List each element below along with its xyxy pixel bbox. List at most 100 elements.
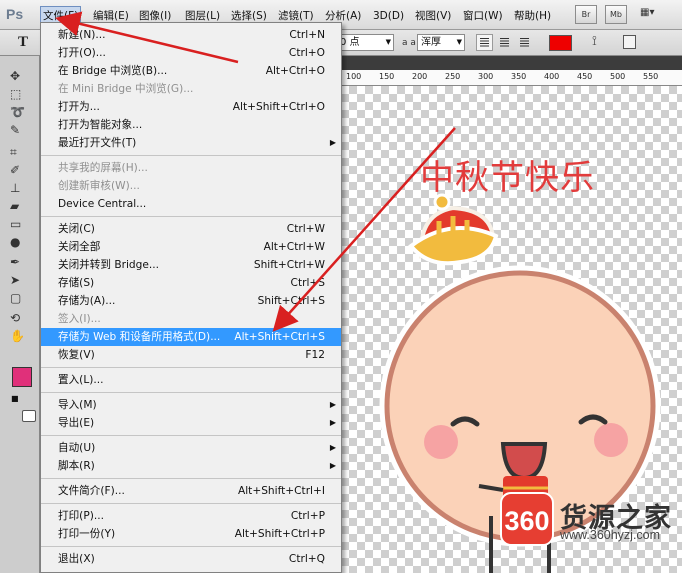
dodge-tool-icon[interactable]: ● (10, 236, 26, 249)
bridge-button[interactable]: Br (575, 5, 597, 24)
file-menu-item[interactable]: 打开为... Alt+Shift+Ctrl+O (41, 98, 341, 116)
menu-item-shortcut: Shift+Ctrl+S (257, 295, 325, 307)
antialias-select[interactable]: 浑厚 ▼ (417, 34, 465, 51)
minibridge-button[interactable]: Mb (605, 5, 627, 24)
menu-item-label: 脚本(R) (58, 460, 95, 472)
submenu-arrow-icon: ▶ (329, 461, 336, 470)
align-center-button[interactable] (496, 34, 513, 51)
file-menu-item[interactable]: 打开为智能对象... (41, 116, 341, 134)
menu-separator (41, 155, 341, 156)
file-menu-item[interactable]: 恢复(V) F12 (41, 346, 341, 364)
quick-select-icon[interactable]: ✎ (10, 124, 26, 137)
path-select-icon[interactable]: ➤ (10, 274, 26, 287)
ruler-mark: 350 (511, 72, 527, 81)
hat-icon (408, 193, 499, 266)
file-menu-item: 在 Mini Bridge 中浏览(G)... (41, 80, 341, 98)
chevron-down-icon: ▼ (385, 38, 391, 46)
move-tool-icon[interactable]: ✥ (10, 70, 26, 83)
foreground-color-swatch[interactable] (12, 367, 32, 387)
file-menu-item[interactable]: 最近打开文件(T) ▶ (41, 134, 341, 152)
align-left-button[interactable] (476, 34, 493, 51)
marquee-tool-icon[interactable]: ⬚ (10, 88, 26, 101)
file-menu-item[interactable]: 存储为 Web 和设备所用格式(D)... Alt+Shift+Ctrl+S (41, 328, 341, 346)
ruler-mark: 400 (544, 72, 560, 81)
menu-item-label: 存储(S) (58, 277, 95, 289)
text-color-swatch[interactable] (549, 35, 572, 51)
menu-item-label: 文件简介(F)... (58, 485, 125, 497)
menu-item-label: 置入(L)... (58, 374, 104, 386)
gradient-tool-icon[interactable]: ▭ (10, 218, 26, 231)
menu-item-shortcut: Ctrl+N (289, 29, 325, 41)
ruler-top: 100 150 200 250 300 350 400 450 500 550 (341, 70, 682, 86)
pen-tool-icon[interactable]: ✒ (10, 256, 26, 269)
antialias-label: a a (402, 38, 416, 48)
file-menu-item[interactable]: 关闭并转到 Bridge... Shift+Ctrl+W (41, 256, 341, 274)
menu-view[interactable]: 视图(V) (413, 7, 453, 25)
file-menu-item[interactable]: 脚本(R) ▶ (41, 457, 341, 475)
file-menu-item[interactable]: 关闭(C) Ctrl+W (41, 220, 341, 238)
menu-item-label: 打开(O)... (58, 47, 106, 59)
font-size-field[interactable]: 0 点 ▼ (336, 34, 394, 51)
hand-tool-icon[interactable]: ✋ (10, 330, 26, 343)
file-menu-item[interactable]: 存储(S) Ctrl+S (41, 274, 341, 292)
menu-item-shortcut: Alt+Ctrl+W (263, 241, 325, 253)
lasso-tool-icon[interactable]: ➰ (10, 106, 26, 119)
font-size-value: 0 点 (340, 37, 360, 48)
file-menu-item[interactable]: 新建(N)... Ctrl+N (41, 26, 341, 44)
type-tool-icon[interactable]: T (18, 34, 28, 51)
3d-rotate-icon[interactable]: ⟲ (10, 312, 26, 325)
screen-mode-icon[interactable]: ▦▾ (640, 7, 654, 23)
eraser-tool-icon[interactable]: ▰ (10, 200, 26, 213)
menu-item-label: 打开为智能对象... (58, 119, 143, 131)
file-menu-item[interactable]: 打印一份(Y) Alt+Shift+Ctrl+P (41, 525, 341, 543)
file-menu-item[interactable]: 导入(M) ▶ (41, 396, 341, 414)
menu-item-label: 共享我的屏幕(H)... (58, 162, 148, 174)
stamp-tool-icon[interactable]: ⊥ (10, 182, 26, 195)
crop-tool-icon[interactable]: ⌗ (10, 146, 26, 159)
menu-separator (41, 367, 341, 368)
quick-mask-icon[interactable] (22, 410, 36, 422)
warp-text-icon[interactable]: ⟟ (592, 34, 597, 49)
brush-tool-icon[interactable]: ✐ (10, 164, 26, 177)
menu-item-shortcut: Alt+Shift+Ctrl+S (234, 331, 325, 343)
menu-help[interactable]: 帮助(H) (512, 7, 553, 25)
menu-window[interactable]: 窗口(W) (461, 7, 505, 25)
file-menu-item[interactable]: 自动(U) ▶ (41, 439, 341, 457)
tools-panel: ✥ ⬚ ➰ ✎ ⌗ ✐ ⊥ ▰ ▭ ● ✒ ➤ ▢ ⟲ ✋ ■ (0, 56, 40, 573)
align-right-button[interactable] (516, 34, 533, 51)
file-menu-item[interactable]: 存储为(A)... Shift+Ctrl+S (41, 292, 341, 310)
panels-toggle-icon[interactable] (623, 35, 636, 49)
file-menu-item[interactable]: 打开(O)... Ctrl+O (41, 44, 341, 62)
menu-item-label: 新建(N)... (58, 29, 106, 41)
menu-item-shortcut: Alt+Shift+Ctrl+I (237, 485, 325, 497)
submenu-arrow-icon: ▶ (329, 418, 336, 427)
ruler-mark: 250 (445, 72, 461, 81)
menu-separator (41, 503, 341, 504)
watermark-logo: 360 (500, 492, 554, 546)
menu-item-label: 恢复(V) (58, 349, 95, 361)
menu-item-shortcut: Alt+Ctrl+O (265, 65, 325, 77)
file-menu-item[interactable]: 置入(L)... (41, 371, 341, 389)
menu-3d[interactable]: 3D(D) (371, 7, 406, 25)
menu-separator (41, 435, 341, 436)
submenu-arrow-icon: ▶ (329, 138, 336, 147)
menu-item-shortcut: Ctrl+O (288, 47, 325, 59)
default-colors-icon[interactable]: ■ (11, 394, 19, 403)
menu-item-label: 在 Bridge 中浏览(B)... (58, 65, 168, 77)
file-menu-item[interactable]: 关闭全部 Alt+Ctrl+W (41, 238, 341, 256)
menu-item-label: 打开为... (58, 101, 100, 113)
ruler-mark: 200 (412, 72, 428, 81)
file-menu-dropdown: 新建(N)... Ctrl+N 打开(O)... Ctrl+O 在 Bridge 中浏览… (40, 22, 342, 573)
menu-item-shortcut: Ctrl+P (290, 510, 325, 522)
menu-item-shortcut: Ctrl+S (290, 277, 325, 289)
file-menu-item[interactable]: 退出(X) Ctrl+Q (41, 550, 341, 568)
file-menu-item[interactable]: Device Central... (41, 195, 341, 213)
file-menu-item[interactable]: 导出(E) ▶ (41, 414, 341, 432)
align-right-icon (520, 38, 529, 47)
menu-item-label: Device Central... (58, 198, 147, 210)
file-menu-item[interactable]: 在 Bridge 中浏览(B)... Alt+Ctrl+O (41, 62, 341, 80)
ruler-mark: 300 (478, 72, 494, 81)
shape-tool-icon[interactable]: ▢ (10, 292, 26, 305)
file-menu-item[interactable]: 文件简介(F)... Alt+Shift+Ctrl+I (41, 482, 341, 500)
file-menu-item[interactable]: 打印(P)... Ctrl+P (41, 507, 341, 525)
